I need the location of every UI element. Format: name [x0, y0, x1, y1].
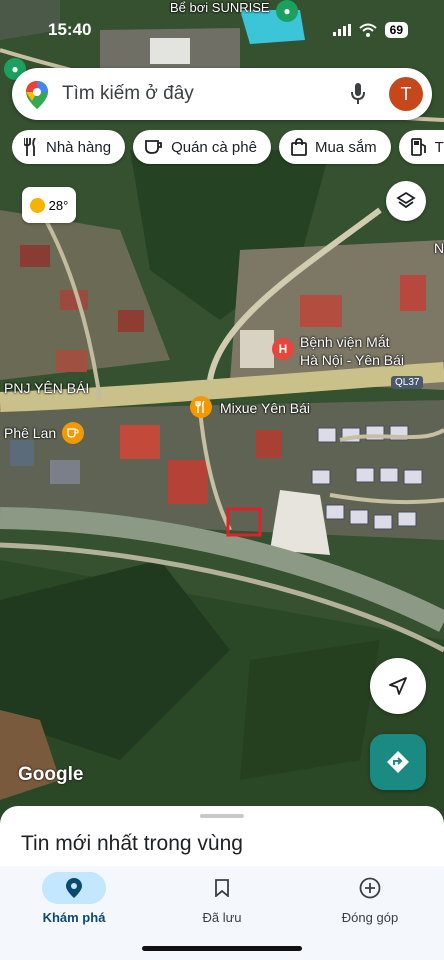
avatar[interactable]: T — [389, 77, 423, 111]
chip-gas-stations[interactable]: Trạm — [398, 130, 444, 164]
search-bar[interactable]: Tìm kiếm ở đây T — [12, 68, 432, 120]
cafe-icon — [145, 140, 162, 154]
explore-pin-icon — [66, 878, 82, 898]
sun-icon — [29, 197, 45, 213]
maps-logo-icon — [26, 81, 48, 109]
map-label-pool[interactable]: Bể bơi SUNRISE — [170, 0, 270, 15]
map-label-hospital-line1[interactable]: Bệnh viện Mắt — [300, 334, 390, 350]
map-label-pnj[interactable]: PNJ YÊN BÁI — [4, 380, 89, 396]
nav-label: Đóng góp — [341, 910, 399, 925]
cafe-pin-icon[interactable] — [62, 422, 84, 444]
nav-label: Đã lưu — [202, 910, 242, 925]
navigation-arrow-icon — [389, 677, 407, 695]
weather-badge[interactable]: 28° — [22, 187, 76, 223]
gas-station-icon — [410, 138, 426, 156]
chip-label: Nhà hàng — [46, 138, 112, 156]
sheet-title: Tin mới nhất trong vùng — [21, 832, 243, 855]
map-label-hospital-line2[interactable]: Hà Nội - Yên Bái — [300, 352, 404, 368]
my-location-button[interactable] — [370, 658, 426, 714]
map-label-cafe[interactable]: Phê Lan — [4, 425, 56, 441]
search-input[interactable]: Tìm kiếm ở đây — [62, 83, 194, 105]
map-label-restaurant[interactable]: Mixue Yên Bái — [220, 400, 310, 416]
chip-shopping[interactable]: Mua sắm — [278, 130, 391, 164]
shopping-icon — [291, 138, 307, 156]
home-indicator[interactable] — [142, 946, 302, 951]
road-badge-ql37: QL37 — [391, 376, 424, 389]
weather-temp: 28° — [48, 197, 69, 213]
category-chips: Nhà hàng Quán cà phê Mua sắm Trạm — [12, 130, 444, 166]
restaurant-icon — [24, 138, 36, 156]
directions-icon — [387, 751, 409, 773]
chip-cafes[interactable]: Quán cà phê — [133, 130, 271, 164]
signal-icon — [332, 24, 351, 36]
chip-restaurants[interactable]: Nhà hàng — [12, 130, 126, 164]
nav-contribute[interactable]: Đóng góp — [296, 872, 444, 925]
add-circle-icon — [359, 877, 381, 899]
microphone-icon[interactable] — [350, 82, 366, 106]
status-time: 15:40 — [48, 20, 92, 39]
nav-explore[interactable]: Khám phá — [0, 872, 148, 925]
battery-indicator: 69 — [384, 22, 408, 38]
layers-button[interactable] — [386, 181, 426, 221]
google-attribution: Google — [18, 764, 84, 785]
nav-label: Khám phá — [42, 910, 106, 925]
chip-label: Trạm — [434, 138, 444, 156]
pool-pin-icon[interactable]: ● — [276, 0, 298, 22]
restaurant-pin-icon[interactable] — [190, 396, 212, 418]
nav-saved[interactable]: Đã lưu — [148, 872, 296, 925]
directions-button[interactable] — [370, 734, 426, 790]
sheet-drag-handle[interactable] — [200, 814, 244, 818]
hospital-pin-icon[interactable]: H — [272, 338, 294, 360]
map-label-edge: N — [434, 240, 444, 256]
layers-icon — [396, 191, 416, 209]
chip-label: Mua sắm — [314, 138, 377, 156]
wifi-icon — [358, 23, 377, 37]
bookmark-icon — [215, 879, 229, 897]
chip-label: Quán cà phê — [171, 138, 257, 156]
status-bar: 15:40 69 — [0, 16, 444, 46]
